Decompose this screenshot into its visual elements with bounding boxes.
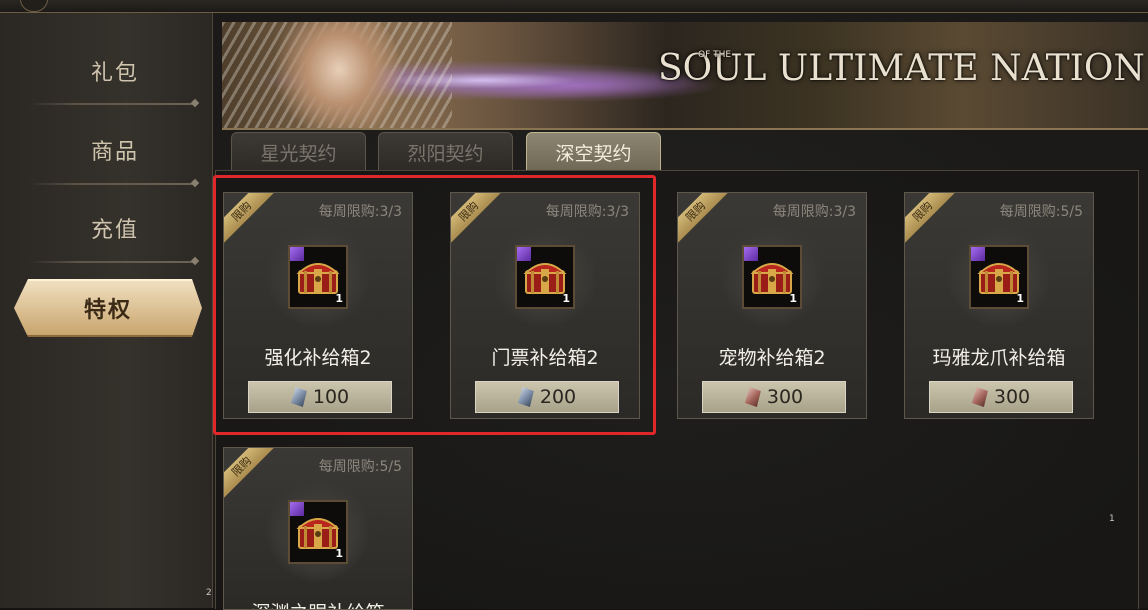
item-card[interactable]: 限购 每周限购:5/5 1 玛雅龙爪补给箱 300: [904, 192, 1094, 419]
treasure-chest-icon: [296, 263, 340, 294]
sidebar-item-label: 充值: [90, 218, 139, 243]
game-logo: OF THE SOUL ULTIMATE NATION TM: [658, 48, 1148, 89]
treasure-chest-icon: [750, 263, 794, 294]
item-slot[interactable]: 1: [742, 245, 802, 309]
stray-mark-bottom-left: 2: [206, 588, 212, 598]
sidebar: 礼包 商品 充值 特权: [0, 13, 212, 608]
item-slot[interactable]: 1: [969, 245, 1029, 309]
weekly-limit: 每周限购:3/3: [318, 204, 402, 220]
logo-of-the: OF THE: [698, 50, 732, 60]
treasure-chest-icon: [977, 263, 1021, 294]
price-value: 200: [539, 386, 577, 408]
logo-nation: NATION: [990, 48, 1145, 89]
item-slot[interactable]: 1: [288, 500, 348, 564]
sidebar-item-label: 特权: [83, 298, 132, 323]
buy-button[interactable]: 200: [475, 381, 619, 413]
tab-label: 烈阳契约: [407, 142, 484, 165]
item-quantity: 1: [789, 292, 797, 305]
red-crystal-icon: [744, 387, 761, 407]
weekly-limit: 每周限购:3/3: [772, 204, 856, 220]
limited-badge: 限购: [224, 193, 277, 247]
item-quantity: 1: [562, 292, 570, 305]
weekly-limit: 每周限购:5/5: [318, 459, 402, 475]
item-card[interactable]: 限购 每周限购:5/5 1 深渊之眼补给箱: [223, 447, 413, 610]
tab-starlight-contract[interactable]: 星光契约: [231, 132, 366, 171]
item-quantity: 1: [1016, 292, 1024, 305]
item-quantity: 1: [335, 292, 343, 305]
sidebar-item-recharge[interactable]: 充值: [30, 198, 200, 258]
item-slot[interactable]: 1: [288, 245, 348, 309]
weekly-limit: 每周限购:3/3: [545, 204, 629, 220]
top-bar: [0, 0, 1148, 13]
price-value: 300: [766, 386, 804, 408]
top-ornament: [20, 0, 48, 12]
blue-crystal-icon: [290, 387, 307, 407]
red-crystal-icon: [971, 387, 988, 407]
item-card[interactable]: 限购 每周限购:3/3 1 宠物补给箱2 300: [677, 192, 867, 419]
limited-badge: 限购: [678, 193, 731, 247]
limited-badge: 限购: [905, 193, 958, 247]
tab-blazing-sun-contract[interactable]: 烈阳契约: [378, 132, 513, 171]
sidebar-item-label: 礼包: [90, 61, 139, 86]
sidebar-divider: [30, 103, 194, 105]
weekly-limit: 每周限购:5/5: [999, 204, 1083, 220]
item-name: 深渊之眼补给箱: [224, 598, 412, 609]
sidebar-item-goods[interactable]: 商品: [30, 120, 200, 180]
limited-badge: 限购: [224, 448, 277, 502]
banner: OF THE SOUL ULTIMATE NATION TM: [222, 22, 1148, 130]
item-name: 强化补给箱2: [264, 347, 372, 369]
tab-label: 深空契约: [555, 142, 632, 165]
sidebar-item-privilege[interactable]: 特权: [14, 279, 202, 337]
price-value: 100: [312, 386, 350, 408]
sidebar-item-gift-pack[interactable]: 礼包: [30, 41, 200, 101]
tab-deep-space-contract[interactable]: 深空契约: [526, 132, 661, 171]
item-name: 宠物补给箱2: [718, 347, 826, 369]
buy-button[interactable]: 100: [248, 381, 392, 413]
logo-ultimate: ULTIMATE: [777, 48, 979, 89]
treasure-chest-icon: [523, 263, 567, 294]
item-quantity: 1: [335, 547, 343, 560]
limited-badge: 限购: [451, 193, 504, 247]
sidebar-divider: [30, 261, 194, 263]
item-slot[interactable]: 1: [515, 245, 575, 309]
treasure-chest-icon: [296, 518, 340, 549]
blue-crystal-icon: [517, 387, 534, 407]
banner-art-character: [262, 22, 402, 128]
item-name: 门票补给箱2: [491, 347, 599, 369]
item-card[interactable]: 限购 每周限购:3/3 1 强化补给箱2 100: [223, 192, 413, 419]
sidebar-item-label: 商品: [90, 140, 139, 165]
tab-label: 星光契约: [260, 142, 337, 165]
buy-button[interactable]: 300: [702, 381, 846, 413]
item-card[interactable]: 限购 每周限购:3/3 1 门票补给箱2 200: [450, 192, 640, 419]
buy-button[interactable]: 300: [929, 381, 1073, 413]
price-value: 300: [993, 386, 1031, 408]
stray-mark-right: 1: [1109, 514, 1115, 524]
item-name: 玛雅龙爪补给箱: [932, 347, 1066, 369]
sidebar-divider: [30, 183, 194, 185]
